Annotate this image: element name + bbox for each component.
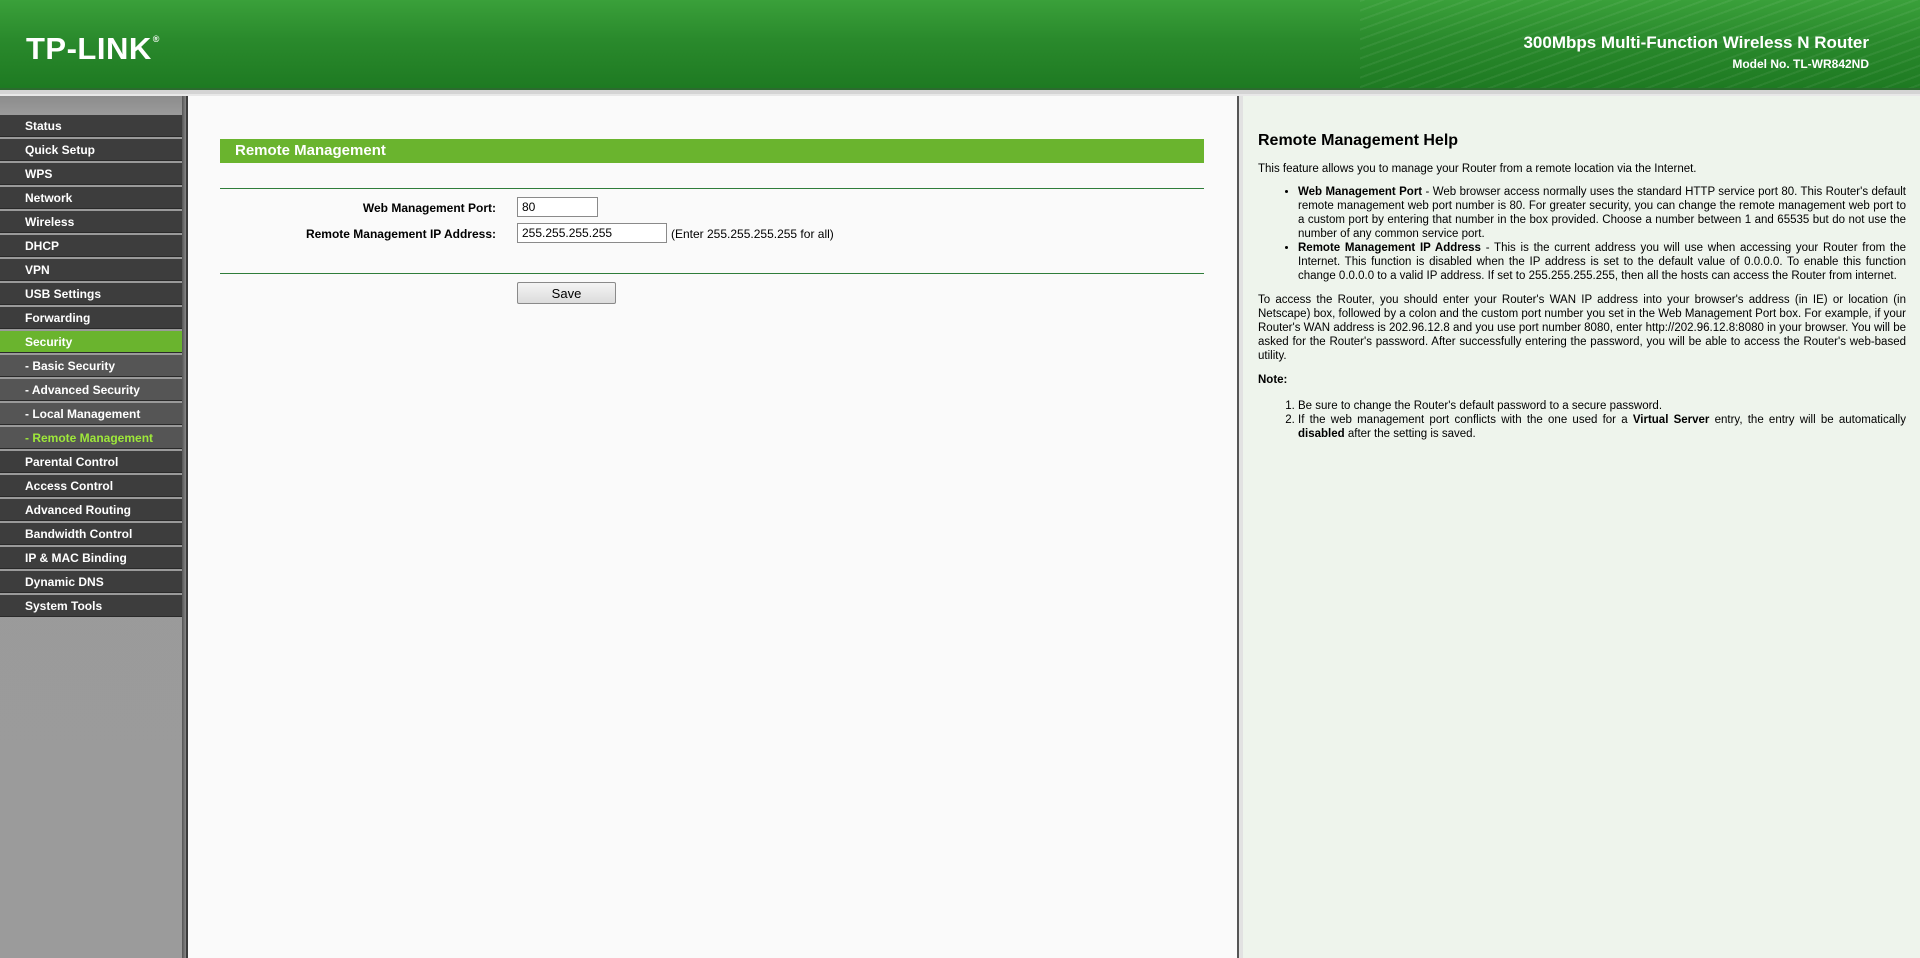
sidebar-item-vpn[interactable]: VPN [0, 259, 182, 281]
help-bullet-list: Web Management Port - Web browser access… [1258, 185, 1906, 283]
sidebar-item-access-control[interactable]: Access Control [0, 475, 182, 497]
web-management-port-label: Web Management Port: [362, 201, 496, 215]
help-note-list: Be sure to change the Router's default p… [1258, 399, 1906, 441]
help-panel: Remote Management Help This feature allo… [1243, 96, 1920, 958]
sidebar-item-advanced-routing[interactable]: Advanced Routing [0, 499, 182, 521]
section-divider-bottom [220, 273, 1204, 274]
sidebar: Status Quick Setup WPS Network Wireless DHCP V… [0, 96, 182, 958]
sidebar-item-status[interactable]: Status [0, 115, 182, 137]
virtual-server-term: Virtual Server [1632, 414, 1710, 426]
ip-address-hint: (Enter 255.255.255.255 for all) [671, 227, 834, 241]
sidebar-item-usb-settings[interactable]: USB Settings [0, 283, 182, 305]
product-title: 300Mbps Multi-Function Wireless N Router [1523, 33, 1869, 52]
section-title: Remote Management [220, 139, 1204, 163]
sidebar-item-dynamic-dns[interactable]: Dynamic DNS [0, 571, 182, 593]
web-management-port-input[interactable] [517, 197, 598, 217]
sidebar-item-ip-and-mac-binding[interactable]: IP & MAC Binding [0, 547, 182, 569]
save-button[interactable]: Save [517, 282, 616, 304]
sidebar-item-quick-setup[interactable]: Quick Setup [0, 139, 182, 161]
help-access-paragraph: To access the Router, you should enter y… [1258, 294, 1906, 362]
disabled-term: disabled [1298, 428, 1345, 440]
tp-link-logo: TP-LINK® [26, 31, 160, 66]
remote-management-ip-input[interactable] [517, 223, 667, 243]
sidebar-item-network[interactable]: Network [0, 187, 182, 209]
help-bullet-remote-ip: Remote Management IP Address - This is t… [1298, 241, 1906, 283]
help-title: Remote Management Help [1258, 132, 1459, 149]
help-note-title: Note: [1258, 374, 1288, 386]
sidebar-item-remote-management[interactable]: - Remote Management [0, 427, 182, 449]
help-note-item: If the web management port conflicts wit… [1298, 413, 1906, 441]
sidebar-item-parental-control[interactable]: Parental Control [0, 451, 182, 473]
sidebar-item-dhcp[interactable]: DHCP [0, 235, 182, 257]
sidebar-item-bandwidth-control[interactable]: Bandwidth Control [0, 523, 182, 545]
header-banner: TP-LINK® 300Mbps Multi-Function Wireless… [0, 0, 1920, 88]
sidebar-item-security[interactable]: Security [0, 331, 182, 353]
help-intro: This feature allows you to manage your R… [1258, 163, 1697, 175]
help-term: Remote Management IP Address [1298, 242, 1481, 254]
trademark-mark: ® [152, 34, 160, 44]
sidebar-item-forwarding[interactable]: Forwarding [0, 307, 182, 329]
sidebar-menu: Status Quick Setup WPS Network Wireless DHCP V… [0, 115, 182, 619]
help-note-item: Be sure to change the Router's default p… [1298, 399, 1906, 413]
section-divider-top [220, 188, 1204, 189]
help-term: Web Management Port [1298, 186, 1423, 198]
sidebar-item-basic-security[interactable]: - Basic Security [0, 355, 182, 377]
sidebar-item-wps[interactable]: WPS [0, 163, 182, 185]
sidebar-item-local-management[interactable]: - Local Management [0, 403, 182, 425]
main-panel: Remote Management Web Management Port: R… [188, 96, 1237, 958]
model-number: Model No. TL-WR842ND [1732, 57, 1869, 71]
sidebar-item-system-tools[interactable]: System Tools [0, 595, 182, 617]
sidebar-item-advanced-security[interactable]: - Advanced Security [0, 379, 182, 401]
sidebar-item-wireless[interactable]: Wireless [0, 211, 182, 233]
help-bullet-web-port: Web Management Port - Web browser access… [1298, 185, 1906, 241]
remote-management-ip-label: Remote Management IP Address: [305, 227, 496, 241]
